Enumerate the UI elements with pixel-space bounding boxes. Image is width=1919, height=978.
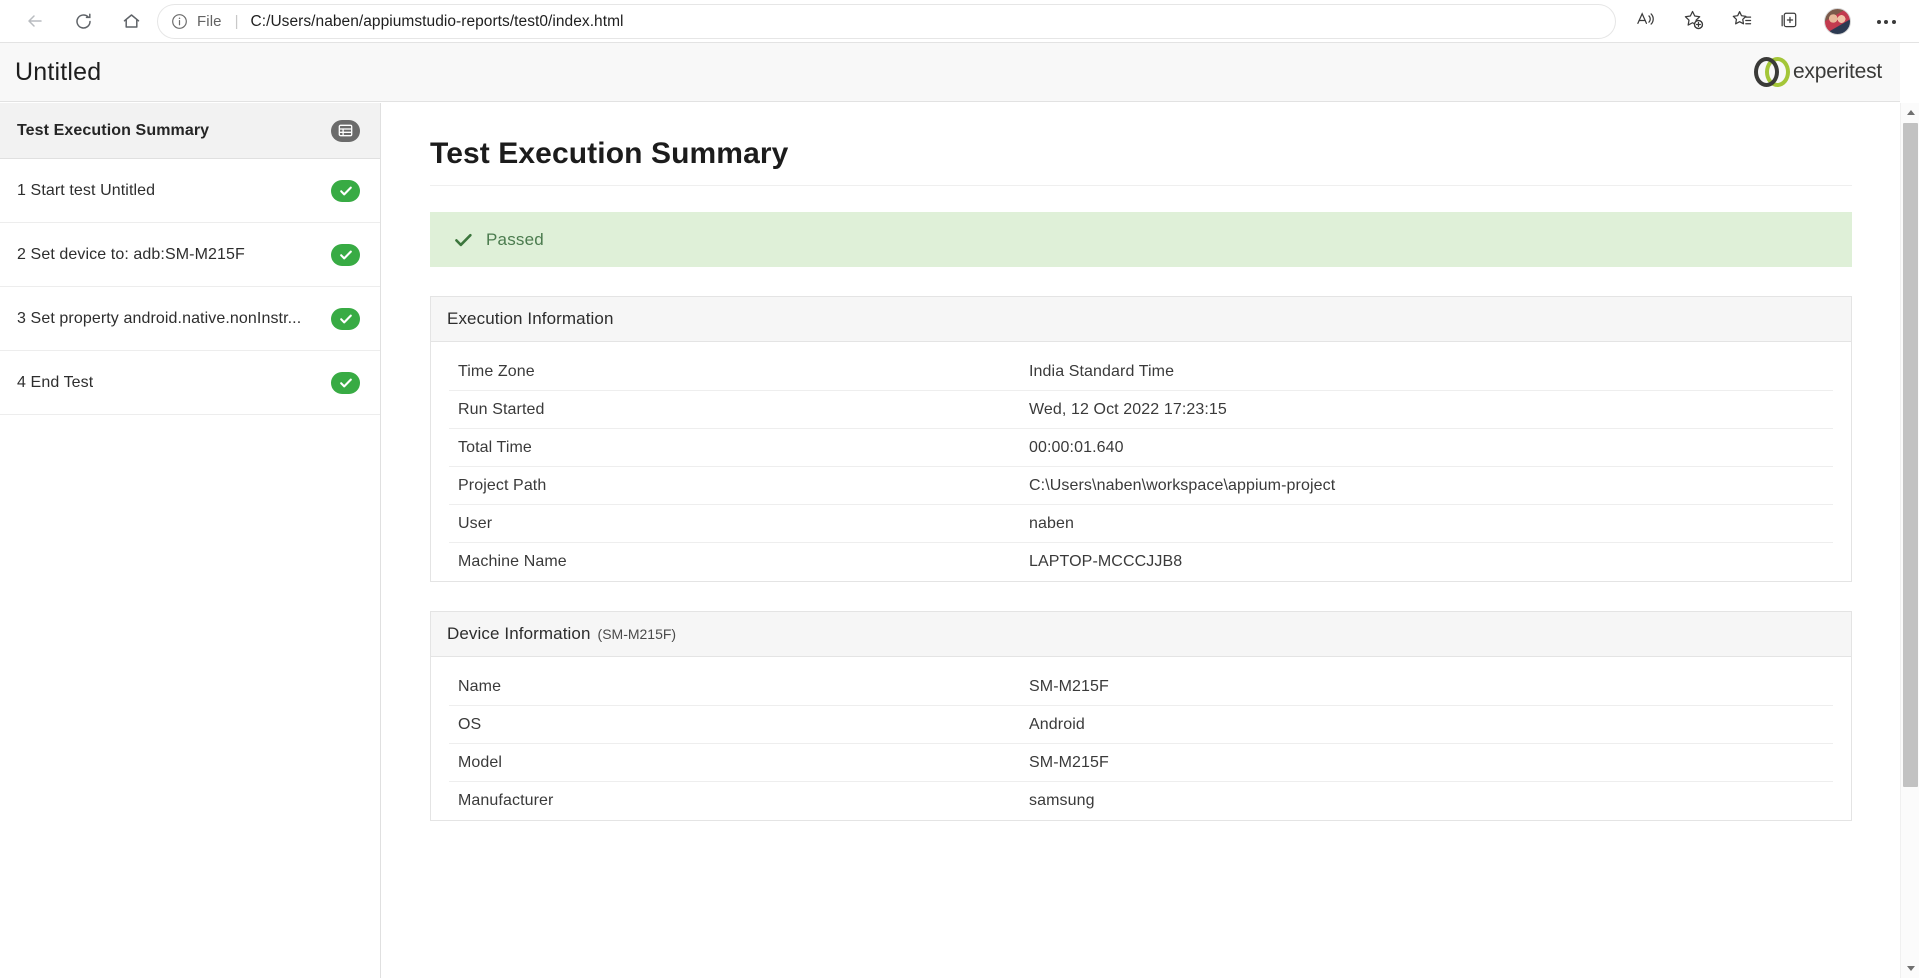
row-value: SM-M215F (1029, 678, 1109, 696)
check-icon (331, 308, 360, 330)
panel-body: Name SM-M215F OS Android Model SM-M215F … (431, 668, 1851, 820)
row-key: Name (449, 678, 1029, 696)
home-button[interactable] (114, 4, 148, 38)
panel-title: Execution Information (447, 309, 614, 329)
list-item[interactable]: 2 Set device to: adb:SM-M215F (0, 223, 380, 287)
check-icon (331, 244, 360, 266)
status-label: Passed (486, 230, 544, 250)
add-favorite-button[interactable] (1676, 5, 1710, 39)
status-badge: Passed (430, 212, 1852, 267)
url-separator: | (235, 13, 239, 30)
row-value: India Standard Time (1029, 363, 1174, 381)
sidebar-step-label: 4 End Test (17, 374, 93, 392)
more-options-icon[interactable] (1869, 5, 1903, 39)
panel-body: Time Zone India Standard Time Run Starte… (431, 353, 1851, 581)
sidebar-step-label: 3 Set property android.native.nonInstr..… (17, 310, 301, 328)
main-heading: Test Execution Summary (430, 103, 1852, 186)
table-row: Manufacturer samsung (449, 782, 1833, 820)
row-value: SM-M215F (1029, 754, 1109, 772)
panel-title: Device Information (447, 624, 591, 644)
refresh-icon (73, 11, 94, 32)
toolbar-right-actions (1628, 0, 1919, 43)
check-icon (331, 372, 360, 394)
list-view-icon[interactable] (331, 120, 360, 142)
back-button[interactable] (18, 4, 52, 38)
collections-button[interactable] (1772, 5, 1806, 39)
table-row: Total Time 00:00:01.640 (449, 429, 1833, 467)
table-row: Time Zone India Standard Time (449, 353, 1833, 391)
report-content: Test Execution Summary Passed Execution … (382, 103, 1900, 978)
row-key: User (449, 515, 1029, 533)
row-value: 00:00:01.640 (1029, 439, 1124, 457)
row-key: Manufacturer (449, 792, 1029, 810)
read-aloud-button[interactable] (1628, 5, 1662, 39)
check-icon (454, 232, 473, 248)
sidebar-step-label: 2 Set device to: adb:SM-M215F (17, 246, 245, 264)
check-icon (331, 180, 360, 202)
table-row: OS Android (449, 706, 1833, 744)
panel-subtitle: (SM-M215F) (598, 626, 677, 642)
list-item[interactable]: 3 Set property android.native.nonInstr..… (0, 287, 380, 351)
table-row: Run Started Wed, 12 Oct 2022 17:23:15 (449, 391, 1833, 429)
steps-sidebar: Test Execution Summary 1 Start test Unti… (0, 103, 381, 978)
row-key: Machine Name (449, 553, 1029, 571)
sidebar-step-label: 1 Start test Untitled (17, 182, 155, 200)
report-header: Untitled experitest (0, 43, 1900, 102)
experitest-logo: experitest (1754, 55, 1882, 89)
steps-list: 1 Start test Untitled 2 Set device to: a… (0, 159, 380, 415)
browser-toolbar: File | C:/Users/naben/appiumstudio-repor… (0, 0, 1919, 43)
collections-icon (1779, 9, 1800, 35)
row-key: Time Zone (449, 363, 1029, 381)
logo-ring-dark (1754, 57, 1779, 87)
row-value: samsung (1029, 792, 1095, 810)
table-row: Model SM-M215F (449, 744, 1833, 782)
add-favorite-icon (1683, 9, 1704, 35)
list-item[interactable]: 1 Start test Untitled (0, 159, 380, 223)
table-row: Name SM-M215F (449, 668, 1833, 706)
panel-header: Execution Information (431, 297, 1851, 342)
vertical-scrollbar[interactable] (1900, 103, 1919, 978)
favorites-button[interactable] (1724, 5, 1758, 39)
home-icon (121, 11, 142, 32)
row-key: Model (449, 754, 1029, 772)
scroll-up-arrow-icon[interactable] (1901, 103, 1919, 122)
back-arrow-icon (25, 11, 45, 31)
execution-information-panel: Execution Information Time Zone India St… (430, 296, 1852, 582)
brand-name: experitest (1793, 60, 1882, 84)
experitest-logo-icon (1754, 55, 1794, 89)
url-text[interactable]: C:/Users/naben/appiumstudio-reports/test… (250, 13, 623, 31)
read-aloud-icon (1635, 9, 1656, 35)
row-key: Total Time (449, 439, 1029, 457)
table-row: Machine Name LAPTOP-MCCCJJB8 (449, 543, 1833, 581)
row-key: OS (449, 716, 1029, 734)
row-key: Run Started (449, 401, 1029, 419)
scrollbar-thumb[interactable] (1903, 123, 1918, 787)
scroll-down-arrow-icon[interactable] (1901, 959, 1919, 978)
row-value: naben (1029, 515, 1074, 533)
table-row: User naben (449, 505, 1833, 543)
row-value: C:\Users\naben\workspace\appium-project (1029, 477, 1335, 495)
profile-avatar[interactable] (1824, 8, 1851, 35)
device-information-panel: Device Information (SM-M215F) Name SM-M2… (430, 611, 1852, 821)
page-title: Untitled (15, 58, 101, 87)
address-bar[interactable]: File | C:/Users/naben/appiumstudio-repor… (157, 4, 1616, 39)
row-key: Project Path (449, 477, 1029, 495)
url-scheme-label: File (197, 13, 222, 30)
row-value: Wed, 12 Oct 2022 17:23:15 (1029, 401, 1227, 419)
favorites-icon (1731, 9, 1752, 35)
sidebar-header[interactable]: Test Execution Summary (0, 103, 380, 159)
refresh-button[interactable] (66, 4, 100, 38)
sidebar-header-title: Test Execution Summary (17, 122, 209, 140)
row-value: Android (1029, 716, 1085, 734)
table-row: Project Path C:\Users\naben\workspace\ap… (449, 467, 1833, 505)
list-item[interactable]: 4 End Test (0, 351, 380, 415)
row-value: LAPTOP-MCCCJJB8 (1029, 553, 1182, 571)
panel-header: Device Information (SM-M215F) (431, 612, 1851, 657)
info-icon[interactable] (171, 13, 188, 30)
